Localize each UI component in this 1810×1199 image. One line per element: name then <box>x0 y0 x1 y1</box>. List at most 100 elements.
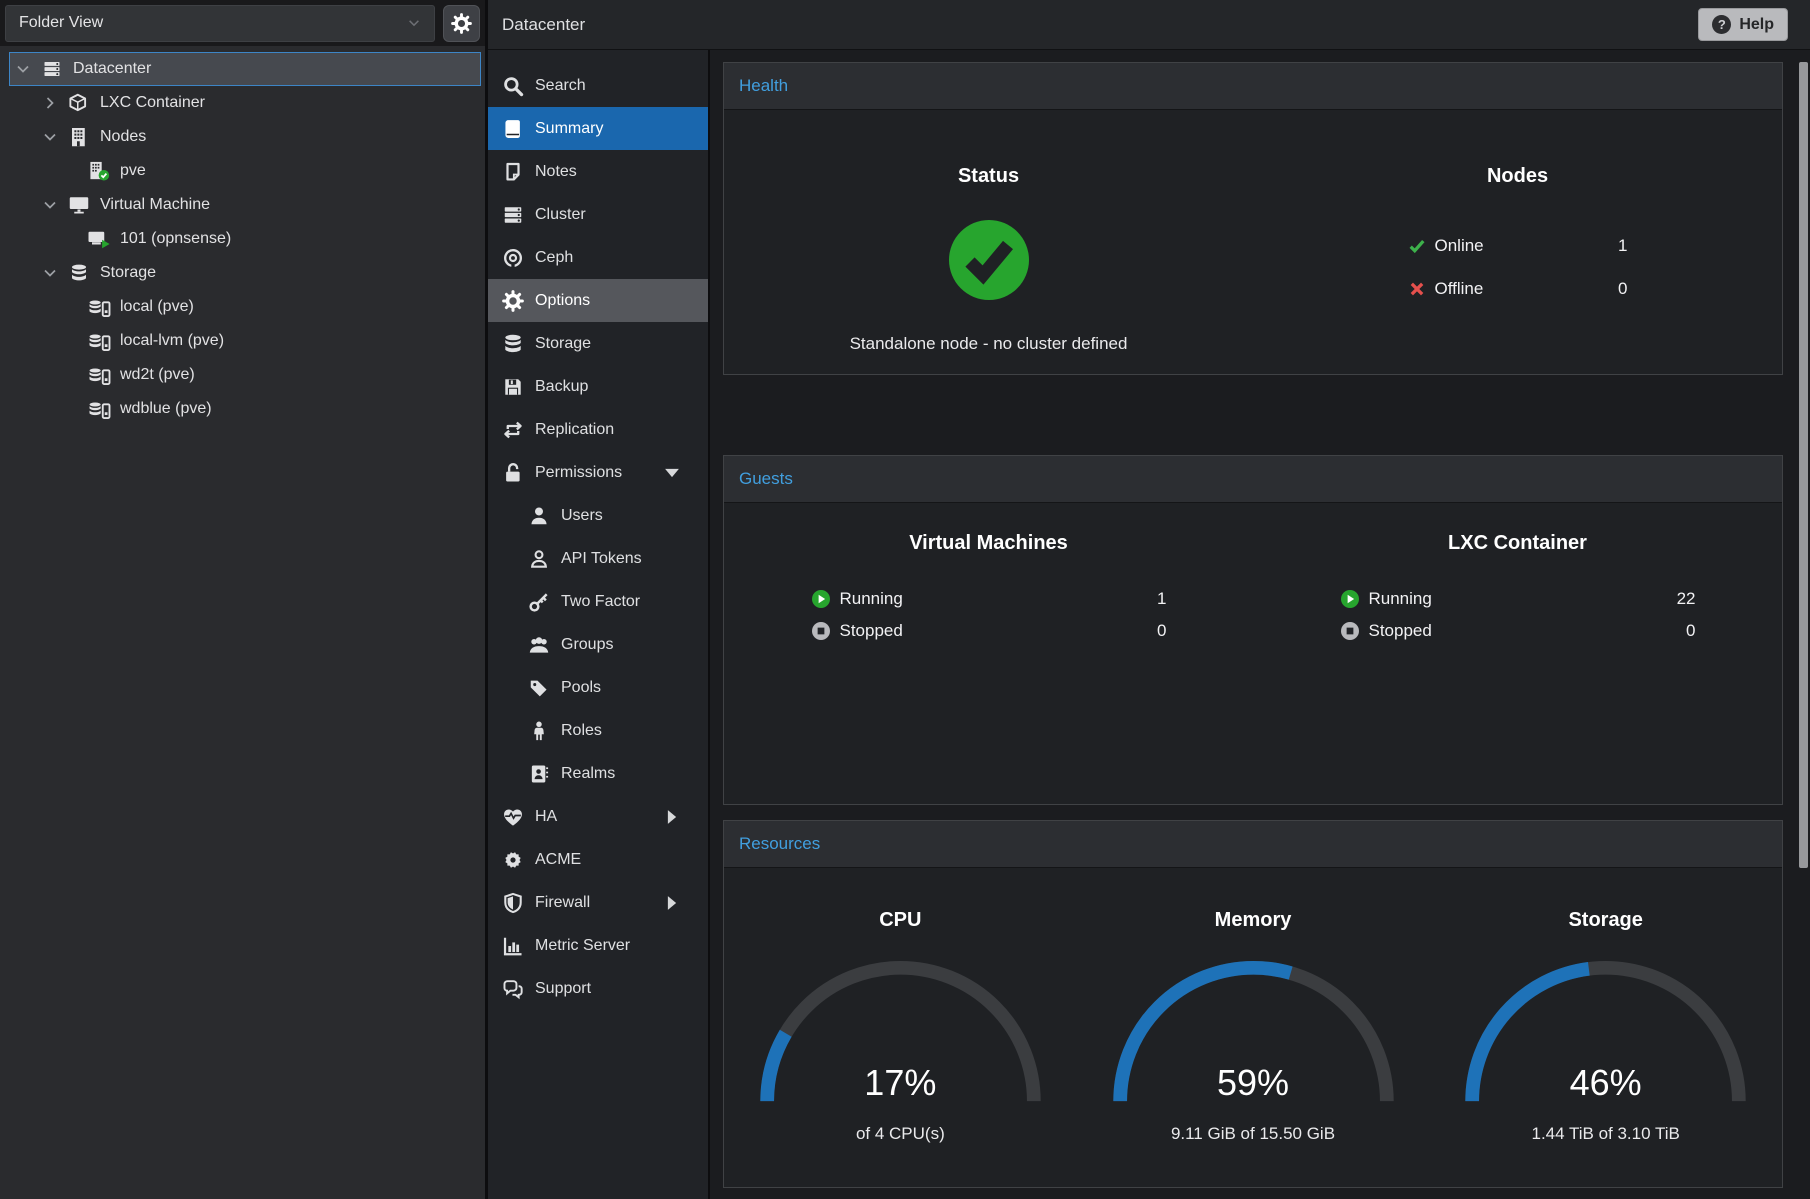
triangle-down-icon <box>661 462 683 484</box>
tree-item-label: local (pve) <box>120 298 194 316</box>
nav-item-pools[interactable]: Pools <box>488 666 708 709</box>
tree-item-label: wd2t (pve) <box>120 366 195 384</box>
tree-item-datacenter[interactable]: Datacenter <box>9 52 481 86</box>
nav-item-options[interactable]: Options <box>488 279 708 322</box>
storage-gauge-column: Storage 46% 1.44 TiB of 3.10 TiB <box>1429 868 1782 1144</box>
nav-item-two-factor[interactable]: Two Factor <box>488 580 708 623</box>
tree-settings-button[interactable] <box>443 5 480 42</box>
nodes-online-row: Online 1 <box>1408 236 1628 256</box>
virtual-machines-column: Virtual Machines Running 1 Stopped <box>724 503 1253 649</box>
certificate-badge-icon <box>502 849 524 871</box>
cpu-caption: of 4 CPU(s) <box>856 1124 945 1144</box>
caret-down-icon[interactable] <box>42 265 58 281</box>
vm-heading: Virtual Machines <box>909 531 1068 555</box>
person-icon <box>528 720 550 742</box>
tree-item-label: 101 (opnsense) <box>120 230 231 248</box>
cluster-status-column: Status Standalone node - no cluster defi… <box>724 110 1253 354</box>
storage-drive-icon <box>86 365 112 385</box>
nodes-heading: Nodes <box>1487 164 1548 188</box>
cross-icon <box>1408 280 1426 298</box>
tree-toolbar: Folder View <box>0 0 485 46</box>
nav-item-api-tokens[interactable]: API Tokens <box>488 537 708 580</box>
nav-item-ceph[interactable]: Ceph <box>488 236 708 279</box>
nav-item-groups[interactable]: Groups <box>488 623 708 666</box>
storage-drive-icon <box>86 331 112 351</box>
cpu-percent: 17% <box>753 1062 1048 1104</box>
tree-item-lxc-container[interactable]: LXC Container <box>0 86 485 120</box>
tree-item-virtual-machine[interactable]: Virtual Machine <box>0 188 485 222</box>
tree-item-storage-wdblue[interactable]: wdblue (pve) <box>0 392 485 426</box>
resources-panel: Resources CPU 17% o <box>723 820 1783 1188</box>
view-mode-label: Folder View <box>19 14 103 32</box>
lxc-column: LXC Container Running 22 Stopped <box>1253 503 1782 649</box>
check-circle-icon <box>947 218 1031 302</box>
unlock-icon <box>502 462 524 484</box>
online-count: 1 <box>1618 236 1627 256</box>
building-icon <box>66 127 92 147</box>
page-title: Datacenter <box>502 15 585 35</box>
desktop-icon <box>66 195 92 215</box>
nav-item-metric-server[interactable]: Metric Server <box>488 924 708 967</box>
user-outline-icon <box>528 548 550 570</box>
resources-panel-header: Resources <box>724 821 1782 868</box>
nav-item-permissions[interactable]: Permissions <box>488 451 708 494</box>
nav-item-firewall[interactable]: Firewall <box>488 881 708 924</box>
nav-item-replication[interactable]: Replication <box>488 408 708 451</box>
help-label: Help <box>1739 16 1774 34</box>
nav-item-cluster[interactable]: Cluster <box>488 193 708 236</box>
tree-item-label: pve <box>120 162 146 180</box>
datacenter-icon <box>39 59 65 79</box>
tree-item-storage-wd2t[interactable]: wd2t (pve) <box>0 358 485 392</box>
tree-item-storage-local[interactable]: local (pve) <box>0 290 485 324</box>
nav-item-backup[interactable]: Backup <box>488 365 708 408</box>
cpu-heading: CPU <box>879 908 921 932</box>
nav-item-notes[interactable]: Notes <box>488 150 708 193</box>
tree-item-storage-local-lvm[interactable]: local-lvm (pve) <box>0 324 485 358</box>
vertical-scrollbar <box>1799 62 1808 1199</box>
tree-item-vm-101[interactable]: 101 (opnsense) <box>0 222 485 256</box>
content-header: Datacenter ? Help <box>488 0 1810 50</box>
nav-item-roles[interactable]: Roles <box>488 709 708 752</box>
caret-down-icon[interactable] <box>42 197 58 213</box>
nav-item-support[interactable]: Support <box>488 967 708 1010</box>
floppy-icon <box>502 376 524 398</box>
stopped-icon <box>1340 621 1360 641</box>
storage-percent: 46% <box>1458 1062 1753 1104</box>
tree-item-nodes[interactable]: Nodes <box>0 120 485 154</box>
server-stack-icon <box>502 204 524 226</box>
tree-item-pve[interactable]: pve <box>0 154 485 188</box>
triangle-right-icon <box>661 806 683 828</box>
nav-item-storage[interactable]: Storage <box>488 322 708 365</box>
scrollbar-thumb[interactable] <box>1799 62 1808 868</box>
view-mode-select[interactable]: Folder View <box>5 5 435 42</box>
caret-right-icon[interactable] <box>42 95 58 111</box>
nav-item-search[interactable]: Search <box>488 64 708 107</box>
note-icon <box>502 161 524 183</box>
nav-item-users[interactable]: Users <box>488 494 708 537</box>
heartbeat-icon <box>502 806 524 828</box>
tree-item-label: Storage <box>100 264 156 282</box>
database-icon <box>502 333 524 355</box>
tree-item-label: wdblue (pve) <box>120 400 212 418</box>
nav-item-realms[interactable]: Realms <box>488 752 708 795</box>
tree-item-storage[interactable]: Storage <box>0 256 485 290</box>
search-icon <box>502 75 524 97</box>
nav-item-summary[interactable]: Summary <box>488 107 708 150</box>
guests-panel-header: Guests <box>724 456 1782 503</box>
summary-content: Health Status Standalone node - no clust… <box>710 50 1810 1199</box>
users-group-icon <box>528 634 550 656</box>
comments-icon <box>502 978 524 1000</box>
nav-item-ha[interactable]: HA <box>488 795 708 838</box>
nodes-status-column: Nodes Online 1 Offline 0 <box>1253 110 1782 354</box>
caret-down-icon[interactable] <box>15 61 31 77</box>
status-heading: Status <box>958 164 1019 188</box>
nodes-offline-row: Offline 0 <box>1408 279 1628 299</box>
ceph-icon <box>502 247 524 269</box>
caret-down-icon[interactable] <box>42 129 58 145</box>
tree-item-label: Nodes <box>100 128 146 146</box>
cpu-gauge-column: CPU 17% of 4 CPU(s) <box>724 868 1077 1144</box>
nav-item-acme[interactable]: ACME <box>488 838 708 881</box>
help-button[interactable]: ? Help <box>1698 8 1788 41</box>
node-online-icon <box>86 161 112 181</box>
cpu-gauge: 17% <box>753 958 1048 1108</box>
